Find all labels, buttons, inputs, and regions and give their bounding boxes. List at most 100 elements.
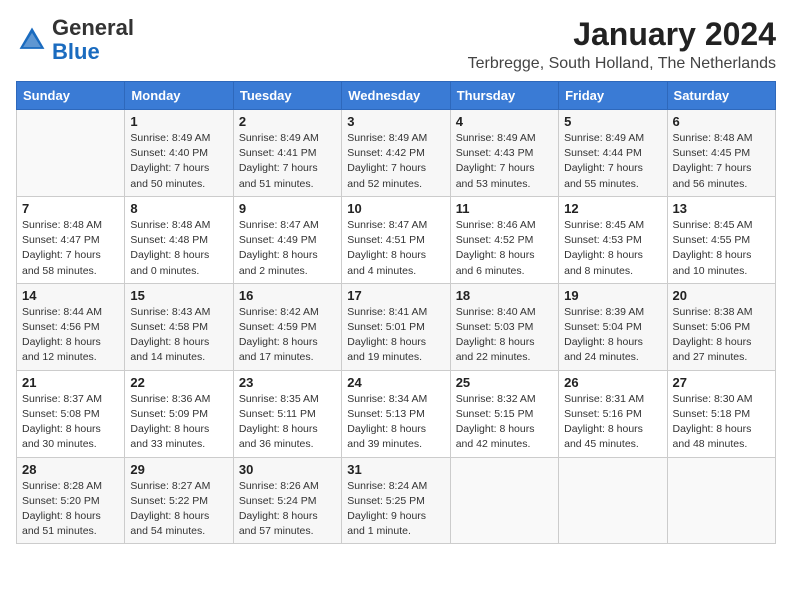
calendar-cell: 5 Sunrise: 8:49 AM Sunset: 4:44 PM Daylig… [559, 110, 667, 197]
day-info: Sunrise: 8:42 AM Sunset: 4:59 PM Dayligh… [239, 305, 336, 366]
day-info: Sunrise: 8:38 AM Sunset: 5:06 PM Dayligh… [673, 305, 770, 366]
day-info: Sunrise: 8:49 AM Sunset: 4:44 PM Dayligh… [564, 131, 661, 192]
week-row-2: 7Sunrise: 8:48 AM Sunset: 4:47 PM Daylig… [17, 196, 776, 283]
day-number: 10 [347, 201, 444, 216]
day-header-wednesday: Wednesday [342, 82, 450, 110]
calendar-cell: 26 Sunrise: 8:31 AM Sunset: 5:16 PM Dayli… [559, 370, 667, 457]
day-number: 6 [673, 114, 770, 129]
calendar-cell: 27 Sunrise: 8:30 AM Sunset: 5:18 PM Dayli… [667, 370, 775, 457]
day-info: Sunrise: 8:48 AM Sunset: 4:48 PM Dayligh… [130, 218, 227, 279]
day-info: Sunrise: 8:32 AM Sunset: 5:15 PM Dayligh… [456, 392, 553, 453]
month-title: January 2024 [468, 16, 776, 53]
day-info: Sunrise: 8:45 AM Sunset: 4:55 PM Dayligh… [673, 218, 770, 279]
day-info: Sunrise: 8:27 AM Sunset: 5:22 PM Dayligh… [130, 479, 227, 540]
calendar-cell: 6 Sunrise: 8:48 AM Sunset: 4:45 PM Daylig… [667, 110, 775, 197]
day-info: Sunrise: 8:36 AM Sunset: 5:09 PM Dayligh… [130, 392, 227, 453]
day-info: Sunrise: 8:49 AM Sunset: 4:40 PM Dayligh… [130, 131, 227, 192]
logo: General Blue [16, 16, 134, 64]
day-number: 5 [564, 114, 661, 129]
calendar-cell: 18 Sunrise: 8:40 AM Sunset: 5:03 PM Dayli… [450, 283, 558, 370]
day-number: 21 [22, 375, 119, 390]
day-info: Sunrise: 8:24 AM Sunset: 5:25 PM Dayligh… [347, 479, 444, 540]
day-number: 8 [130, 201, 227, 216]
calendar-cell: 1 Sunrise: 8:49 AM Sunset: 4:40 PM Daylig… [125, 110, 233, 197]
week-row-1: 1 Sunrise: 8:49 AM Sunset: 4:40 PM Daylig… [17, 110, 776, 197]
day-info: Sunrise: 8:43 AM Sunset: 4:58 PM Dayligh… [130, 305, 227, 366]
day-header-friday: Friday [559, 82, 667, 110]
calendar-cell: 16 Sunrise: 8:42 AM Sunset: 4:59 PM Dayli… [233, 283, 341, 370]
day-number: 28 [22, 462, 119, 477]
calendar-cell: 4 Sunrise: 8:49 AM Sunset: 4:43 PM Daylig… [450, 110, 558, 197]
day-info: Sunrise: 8:35 AM Sunset: 5:11 PM Dayligh… [239, 392, 336, 453]
calendar-cell [667, 457, 775, 544]
day-number: 20 [673, 288, 770, 303]
calendar-cell: 28 Sunrise: 8:28 AM Sunset: 5:20 PM Dayli… [17, 457, 125, 544]
day-number: 29 [130, 462, 227, 477]
day-info: Sunrise: 8:47 AM Sunset: 4:49 PM Dayligh… [239, 218, 336, 279]
week-row-3: 14 Sunrise: 8:44 AM Sunset: 4:56 PM Dayli… [17, 283, 776, 370]
day-info: Sunrise: 8:41 AM Sunset: 5:01 PM Dayligh… [347, 305, 444, 366]
day-number: 25 [456, 375, 553, 390]
logo-icon [16, 24, 48, 56]
day-number: 26 [564, 375, 661, 390]
day-number: 16 [239, 288, 336, 303]
day-info: Sunrise: 8:49 AM Sunset: 4:43 PM Dayligh… [456, 131, 553, 192]
day-header-saturday: Saturday [667, 82, 775, 110]
day-header-monday: Monday [125, 82, 233, 110]
day-info: Sunrise: 8:34 AM Sunset: 5:13 PM Dayligh… [347, 392, 444, 453]
calendar-cell: 23 Sunrise: 8:35 AM Sunset: 5:11 PM Dayli… [233, 370, 341, 457]
calendar-table: SundayMondayTuesdayWednesdayThursdayFrid… [16, 81, 776, 544]
calendar-cell: 13Sunrise: 8:45 AM Sunset: 4:55 PM Dayli… [667, 196, 775, 283]
calendar-cell: 29 Sunrise: 8:27 AM Sunset: 5:22 PM Dayli… [125, 457, 233, 544]
calendar-cell: 12Sunrise: 8:45 AM Sunset: 4:53 PM Dayli… [559, 196, 667, 283]
calendar-cell: 31 Sunrise: 8:24 AM Sunset: 5:25 PM Dayli… [342, 457, 450, 544]
day-info: Sunrise: 8:31 AM Sunset: 5:16 PM Dayligh… [564, 392, 661, 453]
day-number: 1 [130, 114, 227, 129]
title-block: January 2024 Terbregge, South Holland, T… [468, 16, 776, 73]
day-number: 17 [347, 288, 444, 303]
day-number: 18 [456, 288, 553, 303]
day-header-thursday: Thursday [450, 82, 558, 110]
day-info: Sunrise: 8:28 AM Sunset: 5:20 PM Dayligh… [22, 479, 119, 540]
week-row-5: 28 Sunrise: 8:28 AM Sunset: 5:20 PM Dayli… [17, 457, 776, 544]
day-header-sunday: Sunday [17, 82, 125, 110]
calendar-cell: 8 Sunrise: 8:48 AM Sunset: 4:48 PM Daylig… [125, 196, 233, 283]
calendar-cell: 19 Sunrise: 8:39 AM Sunset: 5:04 PM Dayli… [559, 283, 667, 370]
day-number: 27 [673, 375, 770, 390]
day-number: 14 [22, 288, 119, 303]
day-number: 9 [239, 201, 336, 216]
day-number: 15 [130, 288, 227, 303]
day-number: 31 [347, 462, 444, 477]
day-info: Sunrise: 8:47 AM Sunset: 4:51 PM Dayligh… [347, 218, 444, 279]
calendar-cell: 24 Sunrise: 8:34 AM Sunset: 5:13 PM Dayli… [342, 370, 450, 457]
day-number: 3 [347, 114, 444, 129]
day-number: 30 [239, 462, 336, 477]
calendar-cell: 11Sunrise: 8:46 AM Sunset: 4:52 PM Dayli… [450, 196, 558, 283]
day-number: 23 [239, 375, 336, 390]
day-info: Sunrise: 8:30 AM Sunset: 5:18 PM Dayligh… [673, 392, 770, 453]
day-number: 24 [347, 375, 444, 390]
calendar-cell: 2Sunrise: 8:49 AM Sunset: 4:41 PM Daylig… [233, 110, 341, 197]
calendar-cell: 7Sunrise: 8:48 AM Sunset: 4:47 PM Daylig… [17, 196, 125, 283]
day-info: Sunrise: 8:48 AM Sunset: 4:45 PM Dayligh… [673, 131, 770, 192]
day-info: Sunrise: 8:44 AM Sunset: 4:56 PM Dayligh… [22, 305, 119, 366]
day-info: Sunrise: 8:45 AM Sunset: 4:53 PM Dayligh… [564, 218, 661, 279]
day-number: 22 [130, 375, 227, 390]
calendar-cell: 30 Sunrise: 8:26 AM Sunset: 5:24 PM Dayli… [233, 457, 341, 544]
calendar-cell [559, 457, 667, 544]
calendar-cell: 22 Sunrise: 8:36 AM Sunset: 5:09 PM Dayli… [125, 370, 233, 457]
calendar-cell: 20 Sunrise: 8:38 AM Sunset: 5:06 PM Dayli… [667, 283, 775, 370]
calendar-cell: 9 Sunrise: 8:47 AM Sunset: 4:49 PM Daylig… [233, 196, 341, 283]
day-number: 4 [456, 114, 553, 129]
day-info: Sunrise: 8:46 AM Sunset: 4:52 PM Dayligh… [456, 218, 553, 279]
calendar-cell [17, 110, 125, 197]
day-info: Sunrise: 8:26 AM Sunset: 5:24 PM Dayligh… [239, 479, 336, 540]
day-info: Sunrise: 8:48 AM Sunset: 4:47 PM Dayligh… [22, 218, 119, 279]
calendar-cell: 14 Sunrise: 8:44 AM Sunset: 4:56 PM Dayli… [17, 283, 125, 370]
day-number: 19 [564, 288, 661, 303]
location-text: Terbregge, South Holland, The Netherland… [468, 55, 776, 73]
day-info: Sunrise: 8:40 AM Sunset: 5:03 PM Dayligh… [456, 305, 553, 366]
calendar-cell: 15 Sunrise: 8:43 AM Sunset: 4:58 PM Dayli… [125, 283, 233, 370]
day-info: Sunrise: 8:39 AM Sunset: 5:04 PM Dayligh… [564, 305, 661, 366]
day-number: 2 [239, 114, 336, 129]
